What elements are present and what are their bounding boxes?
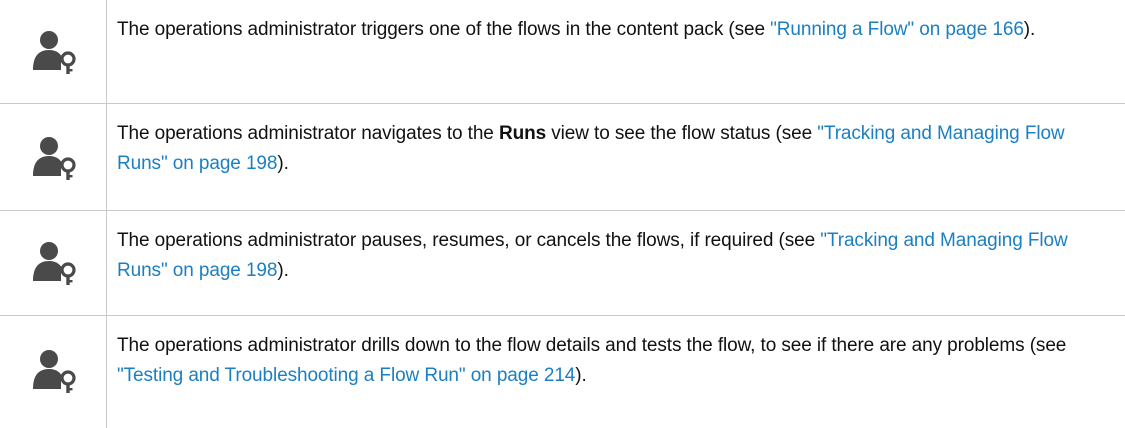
step-row: The operations administrator drills down… [0, 316, 1125, 428]
step-row: The operations administrator navigates t… [0, 104, 1125, 211]
step-text-end: ). [575, 365, 587, 386]
step-icon-cell [0, 104, 107, 210]
step-text-end: ). [277, 260, 289, 281]
step-icon-cell [0, 211, 107, 315]
step-row: The operations administrator triggers on… [0, 0, 1125, 104]
step-row: The operations administrator pauses, res… [0, 211, 1125, 316]
step-text: The operations administrator navigates t… [117, 123, 499, 144]
workflow-steps-table: The operations administrator triggers on… [0, 0, 1125, 428]
step-description: The operations administrator drills down… [107, 316, 1125, 428]
step-text-end: ). [277, 153, 289, 174]
admin-user-key-icon [33, 350, 76, 393]
step-icon-cell [0, 0, 107, 103]
step-description: The operations administrator navigates t… [107, 104, 1125, 210]
step-icon-cell [0, 316, 107, 428]
step-text-end: ). [1023, 19, 1036, 40]
admin-user-key-icon [33, 31, 76, 74]
step-description: The operations administrator triggers on… [107, 0, 1125, 103]
admin-user-key-icon [33, 242, 76, 285]
admin-user-key-icon [33, 137, 76, 180]
step-text: The operations administrator triggers on… [117, 19, 771, 40]
cross-reference-link[interactable]: "Running a Flow" on page 166 [770, 19, 1024, 40]
cross-reference-link[interactable]: "Testing and Troubleshooting a Flow Run"… [117, 365, 575, 386]
step-text-middle: view to see the flow status (see [546, 123, 818, 144]
step-description: The operations administrator pauses, res… [107, 211, 1125, 315]
ui-view-name: Runs [498, 123, 547, 144]
step-text: The operations administrator drills down… [117, 335, 1067, 356]
step-text: The operations administrator pauses, res… [117, 230, 821, 251]
